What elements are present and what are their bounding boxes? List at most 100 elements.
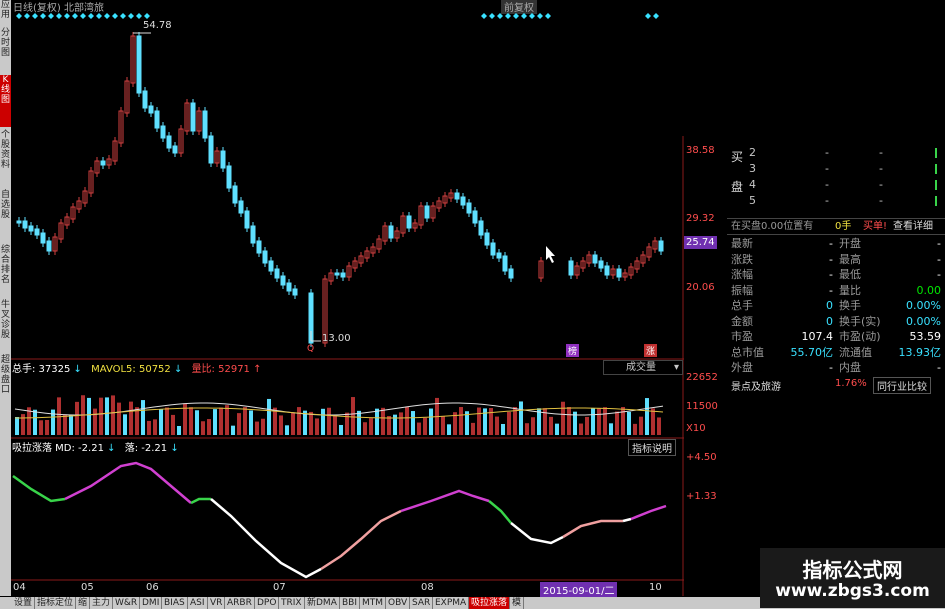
bottom-tab-15[interactable]: OBV <box>386 597 411 609</box>
quote-value-right: - <box>937 361 941 374</box>
bottom-tab-8[interactable]: VR <box>208 597 226 609</box>
order-level-index: 2 <box>749 146 756 159</box>
candle-body <box>232 185 238 204</box>
volume-bar <box>411 411 415 435</box>
kline-chart-area[interactable] <box>11 11 684 596</box>
bottom-tab-9[interactable]: ARBR <box>225 597 255 609</box>
level-marker <box>935 180 937 190</box>
volume-bar <box>501 423 505 435</box>
quote-label-left: 涨幅 <box>731 268 753 281</box>
quote-label-right: 市盈(动) <box>839 330 881 343</box>
left-tab-6[interactable]: 牛叉诊股 <box>0 300 11 352</box>
left-tab-2[interactable]: K线图 <box>0 75 11 127</box>
quote-value-left: 55.70亿 <box>790 345 834 359</box>
indicator-help-button[interactable]: 指标说明 <box>628 439 676 456</box>
quote-label-right: 换手 <box>839 299 861 312</box>
volume-tick-3: X10 <box>686 423 706 434</box>
candle-body <box>202 110 208 139</box>
bottom-tab-19[interactable]: 模 <box>510 597 525 609</box>
candle-body <box>454 192 460 200</box>
volume-bar <box>327 407 331 435</box>
buy-order-button[interactable]: 买单! <box>863 219 887 234</box>
candle-body <box>16 220 22 224</box>
candle-body <box>262 250 268 264</box>
volume-bar <box>321 408 325 435</box>
volume-bar <box>105 397 109 435</box>
view-detail-button[interactable]: 查看详细 <box>893 219 933 234</box>
left-tab-3[interactable]: 个股资料 <box>0 130 11 186</box>
quote-label-left: 市盈 <box>731 330 753 343</box>
bottom-tab-6[interactable]: BIAS <box>162 597 188 609</box>
bottom-tab-4[interactable]: W&R <box>113 597 141 609</box>
left-tab-5[interactable]: 综合排名 <box>0 245 11 297</box>
candle-body <box>472 210 478 224</box>
indicator-segment <box>210 498 322 579</box>
quote-row: 涨幅 - 最低 - <box>731 267 941 282</box>
indicator-title: 吸拉涨落 MD: -2.21 <box>12 443 104 454</box>
volume-bar <box>255 421 259 435</box>
bottom-tab-7[interactable]: ASI <box>188 597 208 609</box>
event-label-up[interactable]: 涨 <box>644 344 658 357</box>
volume-bar <box>417 422 421 435</box>
indicator-down-arrow-icon: ↓ <box>107 443 116 454</box>
volume-bar <box>633 423 637 435</box>
volume-bar <box>339 424 343 435</box>
event-label-rank[interactable]: 榜 <box>566 344 580 357</box>
left-tab-4[interactable]: 自选股 <box>0 190 11 242</box>
indicator-segment <box>622 517 632 523</box>
volume-bar <box>447 424 451 435</box>
quote-value-left: - <box>829 252 833 266</box>
bottom-tab-18[interactable]: 吸拉涨落 <box>469 597 511 609</box>
bottom-tab-5[interactable]: DMI <box>140 597 163 609</box>
x-axis-label: 10 <box>649 582 662 593</box>
quote-label-left: 振幅 <box>731 283 753 297</box>
indicator-segment <box>12 474 66 503</box>
candle-body <box>268 260 274 272</box>
volume-bar <box>261 418 265 435</box>
quote-label-left: 总手 <box>731 299 753 312</box>
bottom-tab-11[interactable]: TRIX <box>279 597 305 609</box>
volume-bar <box>267 398 271 435</box>
left-tab-7[interactable]: 超级盘口 <box>0 355 11 407</box>
bottom-tab-12[interactable]: 新DMA <box>305 597 340 609</box>
ratio-label: 量比: 52971 <box>191 364 250 375</box>
x-axis-label: 05 <box>81 582 94 593</box>
volume-bar <box>129 401 133 435</box>
volume-bar <box>495 416 499 435</box>
level-marker <box>935 196 937 206</box>
sector-pct: 1.76% <box>835 378 867 389</box>
quote-row: 最新 - 开盘 - <box>731 236 941 251</box>
order-level-row: 4 - - <box>749 178 939 191</box>
cursor-date-label: 2015-09-01/二 <box>540 582 618 597</box>
quote-row: 金额 0 换手(实) 0.00% <box>731 314 941 329</box>
bottom-tab-1[interactable]: 指标定位 <box>35 597 77 609</box>
bottom-tab-13[interactable]: BBI <box>340 597 361 609</box>
volume-bar <box>549 416 553 435</box>
x-axis-label: 06 <box>146 582 159 593</box>
compare-button[interactable]: 同行业比较 <box>873 377 931 394</box>
bottom-tab-17[interactable]: EXPMA <box>433 597 470 609</box>
indicator-segment <box>64 461 192 504</box>
sector-name[interactable]: 景点及旅游 <box>731 378 781 393</box>
left-tab-0[interactable]: 应用 <box>0 0 11 26</box>
volume-bar <box>399 412 403 435</box>
bottom-tab-16[interactable]: SAR <box>410 597 434 609</box>
candle-body <box>172 145 178 154</box>
volume-bar <box>123 414 127 435</box>
indicator-tick-2: +1.33 <box>686 491 717 502</box>
candle-body <box>40 232 46 244</box>
bottom-tab-14[interactable]: MTM <box>360 597 387 609</box>
indicator-tick-1: +4.50 <box>686 452 717 463</box>
watermark-title: 指标公式网 <box>802 558 903 582</box>
bottom-tab-3[interactable]: 主力 <box>90 597 114 609</box>
current-price-tag: 25.74 <box>684 236 717 249</box>
bottom-tab-0[interactable]: 设置 <box>12 597 36 609</box>
candle-body <box>28 225 34 232</box>
bottom-tab-10[interactable]: DPO <box>255 597 280 609</box>
volume-bar <box>483 408 487 435</box>
volume-dropdown[interactable]: 成交量 ▾ <box>603 360 683 375</box>
volume-bar <box>297 407 301 435</box>
left-tab-1[interactable]: 分时图 <box>0 28 11 72</box>
volume-bar <box>159 409 163 435</box>
bottom-tab-2[interactable]: 缩 <box>76 597 91 609</box>
